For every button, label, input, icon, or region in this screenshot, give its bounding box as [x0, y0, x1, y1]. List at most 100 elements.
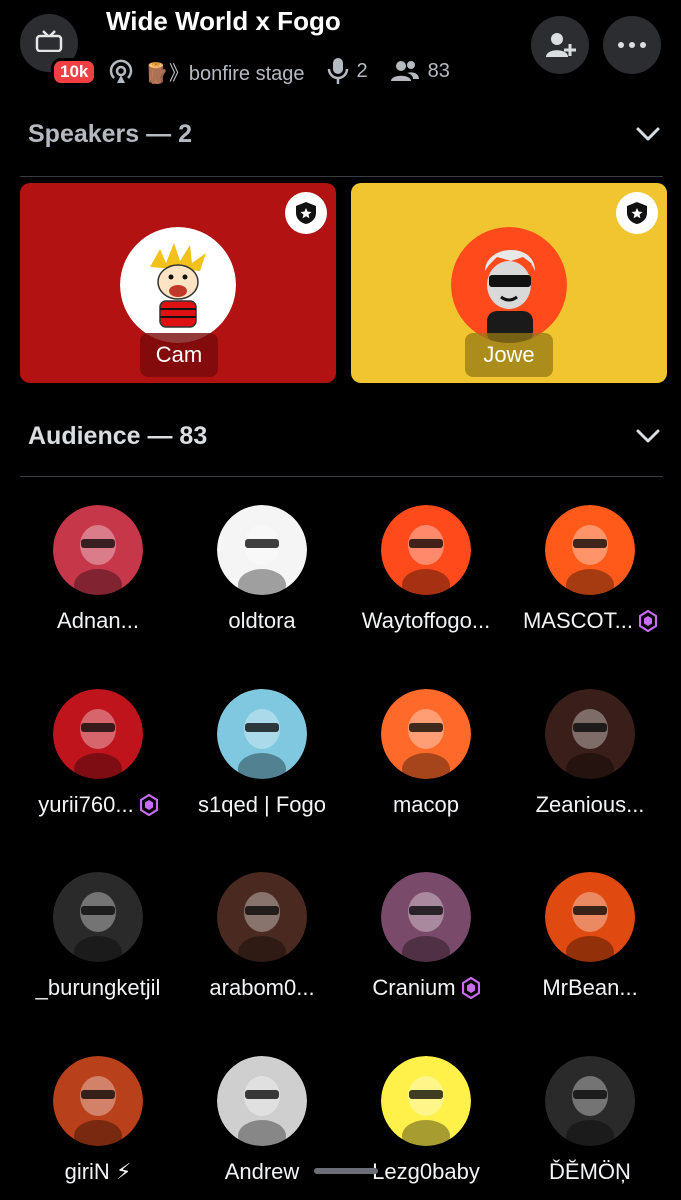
add-user-icon: [546, 33, 576, 57]
audience-label: Audience — 83: [28, 421, 208, 450]
audience-section-header[interactable]: Audience — 83: [28, 416, 660, 456]
username-text: Lezg0baby: [372, 1159, 480, 1184]
avatar: [53, 872, 143, 962]
avatar: [381, 872, 471, 962]
back-button[interactable]: 10k: [20, 14, 98, 86]
audience-member-name: s1qed | Fogo: [177, 792, 347, 818]
avatar: [451, 227, 567, 343]
stage-title: Wide World x Fogo: [106, 6, 341, 36]
avatar: [217, 689, 307, 779]
avatar: [545, 505, 635, 595]
username-text: giriN ⚡: [64, 1159, 132, 1184]
avatar: [217, 1056, 307, 1146]
avatar: [217, 505, 307, 595]
moderator-badge: [616, 192, 658, 234]
avatar: [381, 1056, 471, 1146]
audience-member[interactable]: macop: [341, 689, 511, 839]
audience-member-name: _burungketjil: [13, 975, 183, 1001]
username-text: ĎĔMÖŅ: [549, 1159, 631, 1184]
nitro-gem-icon: [461, 977, 480, 999]
divider: [20, 476, 663, 477]
shield-icon: [296, 202, 316, 224]
shield-icon: [627, 202, 647, 224]
microphone-icon: [327, 58, 348, 84]
audience-member-name: yurii760...: [13, 792, 183, 818]
username-text: arabom0...: [209, 975, 315, 1000]
home-indicator[interactable]: [314, 1168, 378, 1174]
audience-member[interactable]: ĎĔMÖŅ: [505, 1056, 675, 1200]
stage-icon: [109, 59, 133, 83]
stage-channel-name: 🪵》bonfire stage: [144, 62, 305, 85]
audience-member[interactable]: giriN ⚡: [13, 1056, 183, 1200]
audience-member-name: MrBean...: [505, 975, 675, 1001]
audience-member-name: Adnan...: [13, 608, 183, 634]
speakers-label: Speakers — 2: [28, 119, 192, 148]
audience-member[interactable]: Cranium: [341, 872, 511, 1022]
nitro-gem-icon: [639, 610, 657, 632]
avatar: [545, 872, 635, 962]
audience-member[interactable]: _burungketjil: [13, 872, 183, 1022]
username-text: yurii760...: [38, 792, 134, 817]
username-text: macop: [392, 792, 460, 817]
speaker-count: 2: [356, 59, 368, 82]
audience-member-name: arabom0...: [177, 975, 347, 1001]
stage-header: 10k Wide World x Fogo 🪵》bonfire stage 2 …: [0, 0, 681, 110]
speaker-name-label: Cam: [140, 333, 218, 377]
audience-member[interactable]: Adnan...: [13, 505, 183, 655]
audience-member[interactable]: Andrew: [177, 1056, 347, 1200]
avatar: [217, 872, 307, 962]
username-text: MrBean...: [542, 975, 638, 1000]
audience-member-name: Waytoffogo...: [341, 608, 511, 634]
audience-member-name: Zeanious...: [505, 792, 675, 818]
avatar: [381, 505, 471, 595]
username-text: Adnan...: [57, 608, 139, 633]
audience-member[interactable]: Waytoffogo...: [341, 505, 511, 655]
ellipsis-icon: [618, 42, 646, 48]
audience-member-name: giriN ⚡: [13, 1159, 183, 1185]
listener-count: 83: [427, 59, 450, 82]
chevron-down-icon[interactable]: [636, 429, 660, 443]
username-text: oldtora: [228, 608, 296, 633]
more-options-button[interactable]: [603, 16, 661, 74]
username-text: Zeanious...: [535, 792, 645, 817]
audience-member[interactable]: yurii760...: [13, 689, 183, 839]
speaker-card-jowe[interactable]: Jowe: [351, 183, 667, 383]
notification-badge: 10k: [51, 58, 98, 86]
avatar: [53, 1056, 143, 1146]
audience-member-name: Cranium: [341, 975, 511, 1001]
audience-member-name: MASCOT...: [505, 608, 675, 634]
avatar: [545, 689, 635, 779]
audience-member[interactable]: Zeanious...: [505, 689, 675, 839]
audience-member-name: ĎĔMÖŅ: [505, 1159, 675, 1185]
speaker-name-label: Jowe: [465, 333, 553, 377]
audience-member[interactable]: s1qed | Fogo: [177, 689, 347, 839]
speaker-card-cam[interactable]: Cam: [20, 183, 336, 383]
username-text: _burungketjil: [35, 975, 161, 1000]
audience-member[interactable]: MrBean...: [505, 872, 675, 1022]
avatar: [381, 689, 471, 779]
avatar: [53, 505, 143, 595]
username-text: MASCOT...: [522, 608, 633, 633]
username-text: Cranium: [372, 975, 456, 1000]
people-icon: [390, 61, 419, 81]
audience-member-name: oldtora: [177, 608, 347, 634]
avatar: [53, 689, 143, 779]
speakers-section-header[interactable]: Speakers — 2: [28, 114, 660, 154]
avatar: [545, 1056, 635, 1146]
nitro-gem-icon: [139, 794, 158, 816]
username-text: s1qed | Fogo: [197, 792, 327, 817]
stage-info: 🪵》bonfire stage 2 83: [106, 54, 450, 88]
username-text: Andrew: [224, 1159, 300, 1184]
audience-member[interactable]: oldtora: [177, 505, 347, 655]
audience-member[interactable]: arabom0...: [177, 872, 347, 1022]
audience-member-name: macop: [341, 792, 511, 818]
avatar: [120, 227, 236, 343]
chevron-down-icon[interactable]: [636, 127, 660, 141]
tv-icon: [35, 30, 63, 52]
audience-member[interactable]: Lezg0baby: [341, 1056, 511, 1200]
moderator-badge: [285, 192, 327, 234]
divider: [20, 176, 663, 177]
username-text: Waytoffogo...: [361, 608, 491, 633]
invite-button[interactable]: [531, 16, 589, 74]
audience-member[interactable]: MASCOT...: [505, 505, 675, 655]
